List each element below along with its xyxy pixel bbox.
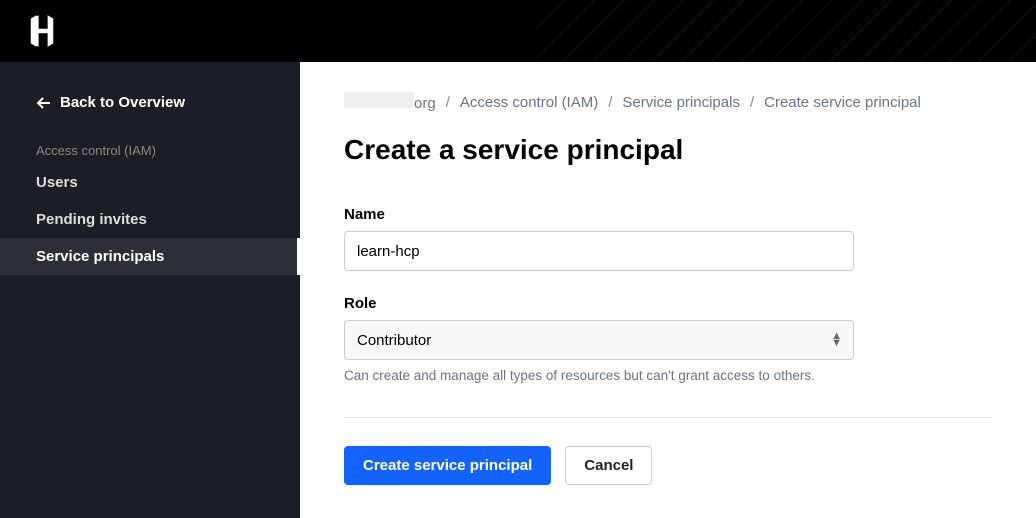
page-title: Create a service principal (344, 134, 992, 166)
breadcrumb-separator: / (608, 94, 612, 111)
divider (344, 417, 992, 418)
main-content: org / Access control (IAM) / Service pri… (300, 62, 1036, 518)
role-help-text: Can create and manage all types of resou… (344, 368, 992, 383)
sidebar: Back to Overview Access control (IAM) Us… (0, 62, 300, 518)
role-field-group: Role Contributor ▲▼ Can create and manag… (344, 295, 992, 383)
cancel-button[interactable]: Cancel (565, 446, 652, 485)
sidebar-item-label: Users (36, 174, 78, 191)
sidebar-item-label: Pending invites (36, 211, 147, 228)
hashicorp-logo-icon[interactable] (24, 13, 60, 49)
arrow-left-icon (36, 96, 52, 110)
sidebar-item-service-principals[interactable]: Service principals (0, 238, 300, 275)
sidebar-item-pending-invites[interactable]: Pending invites (0, 201, 300, 238)
name-input[interactable] (344, 231, 854, 271)
back-label: Back to Overview (60, 94, 185, 111)
create-service-principal-button[interactable]: Create service principal (344, 446, 551, 485)
name-label: Name (344, 206, 992, 223)
top-header (0, 0, 1036, 62)
breadcrumb-separator: / (750, 94, 754, 111)
back-to-overview-link[interactable]: Back to Overview (0, 86, 300, 131)
breadcrumb-item: Create service principal (764, 94, 921, 111)
name-field-group: Name (344, 206, 992, 271)
button-row: Create service principal Cancel (344, 446, 992, 485)
sidebar-section-label: Access control (IAM) (0, 131, 300, 164)
breadcrumb-org[interactable]: org (344, 92, 436, 112)
breadcrumb-item[interactable]: Access control (IAM) (460, 94, 598, 111)
role-select[interactable]: Contributor (344, 320, 854, 360)
breadcrumb-item[interactable]: Service principals (622, 94, 740, 111)
breadcrumb: org / Access control (IAM) / Service pri… (344, 92, 992, 112)
sidebar-item-users[interactable]: Users (0, 164, 300, 201)
breadcrumb-separator: / (446, 94, 450, 111)
sidebar-item-label: Service principals (36, 248, 164, 265)
role-label: Role (344, 295, 992, 312)
